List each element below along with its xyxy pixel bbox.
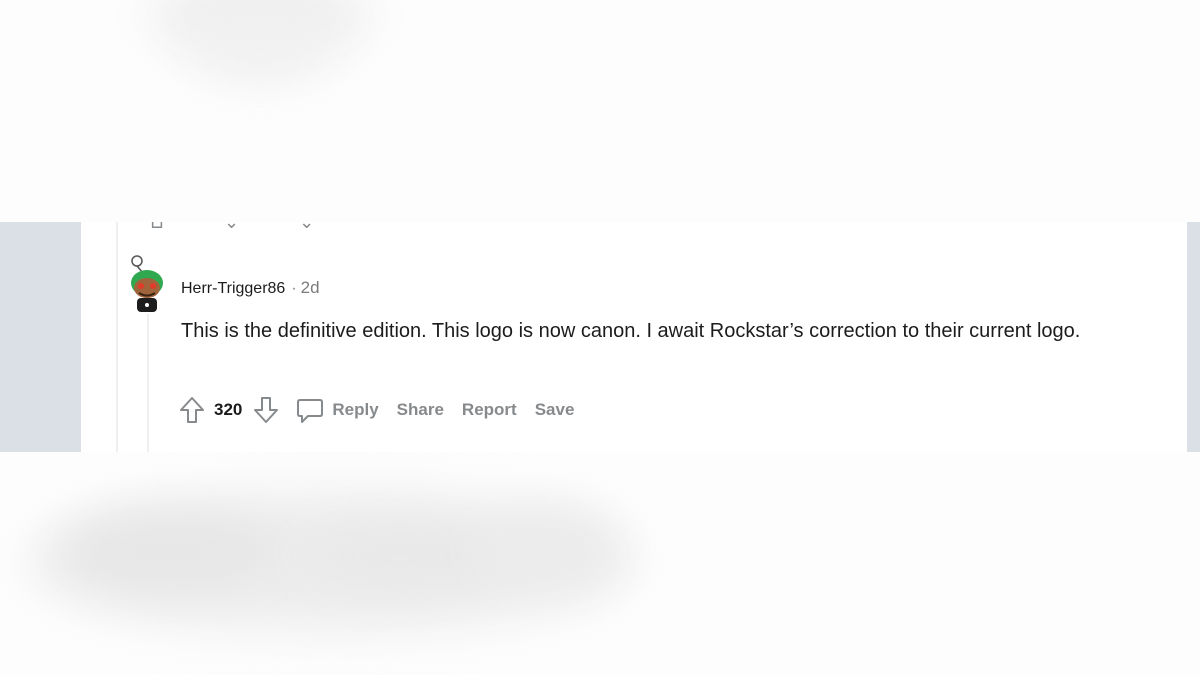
share-button[interactable]: Share: [397, 400, 444, 420]
blur-shape: [480, 507, 620, 587]
blur-shape: [60, 512, 280, 592]
reply-button[interactable]: Reply: [294, 394, 379, 426]
previous-comment-actions-cropped: ⊔ ⌄ ⌄: [150, 222, 315, 232]
save-button[interactable]: Save: [535, 400, 575, 420]
page-background-left: [0, 222, 81, 452]
arrow-down-icon: [254, 397, 279, 423]
blurred-top-region: [0, 0, 1200, 222]
screenshot-stage: ⊔ ⌄ ⌄ Herr-Trigger86 · 2d This is the defi…: [0, 0, 1200, 675]
blur-shape: [190, 20, 330, 80]
comment-action-bar: 320 Reply Share Report Save: [176, 393, 574, 427]
vote-score: 320: [214, 400, 243, 419]
upvote-button[interactable]: [176, 394, 208, 426]
comment-timestamp[interactable]: 2d: [301, 278, 320, 297]
arrow-up-icon: [180, 397, 204, 423]
cropped-icon: ⌄: [299, 222, 315, 232]
cropped-icon: ⌄: [224, 222, 240, 232]
downvote-button[interactable]: [250, 394, 282, 426]
comment-body: This is the definitive edition. This log…: [181, 320, 1081, 342]
report-button[interactable]: Report: [462, 400, 517, 420]
blur-shape: [300, 522, 500, 592]
snoo-avatar-icon: [131, 255, 163, 312]
reply-label: Reply: [332, 400, 379, 419]
author-link[interactable]: Herr-Trigger86: [181, 280, 285, 297]
avatar[interactable]: [127, 253, 169, 313]
speech-bubble-icon: [294, 394, 326, 426]
comment-meta: Herr-Trigger86 · 2d: [181, 278, 320, 298]
comment-thread-line[interactable]: [147, 314, 149, 452]
page-background-right: [1187, 222, 1200, 452]
comment-strip: ⊔ ⌄ ⌄ Herr-Trigger86 · 2d This is the defi…: [0, 222, 1200, 452]
meta-separator: ·: [291, 280, 297, 297]
blurred-bottom-region: [0, 452, 1200, 675]
parent-thread-line[interactable]: [116, 222, 118, 452]
cropped-icon: ⊔: [150, 222, 165, 232]
